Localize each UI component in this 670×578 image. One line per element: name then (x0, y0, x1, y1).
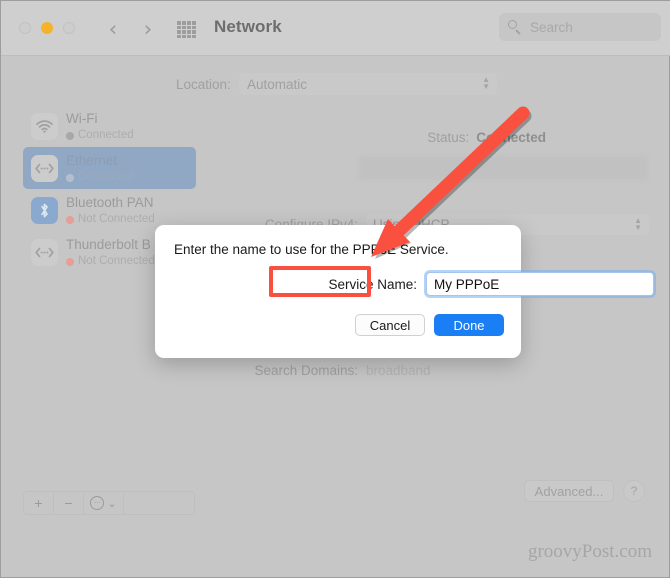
wifi-icon (31, 112, 58, 140)
location-select[interactable]: Automatic ▲ ▼ (239, 73, 497, 95)
show-all-grid-icon[interactable] (177, 21, 196, 38)
sidebar-item-wi-fi[interactable]: Wi-Fi Connected (23, 105, 196, 147)
sidebar-item-text: Bluetooth PAN Not Connected (66, 194, 155, 227)
chevron-down-icon: ⌄ (107, 497, 117, 510)
gear-icon: ⋯ (90, 496, 105, 510)
watermark: groovyPost.com (527, 541, 652, 562)
sidebar-toolbar: + − ⋯ ⌄ (23, 491, 195, 515)
traffic-light-group (19, 22, 75, 34)
dialog-button-row: Cancel Done (355, 314, 504, 336)
sidebar-item-label: Ethernet (66, 152, 118, 168)
sidebar-item-label: Thunderbolt B (66, 236, 151, 252)
status-value: Connected (476, 130, 546, 145)
cancel-button[interactable]: Cancel (355, 314, 425, 336)
sidebar-item-label: Bluetooth PAN (66, 194, 154, 210)
sidebar-item-text: Thunderbolt B Not Connected (66, 236, 155, 269)
sidebar-item-status: Not Connected (66, 255, 155, 268)
done-button[interactable]: Done (434, 314, 504, 336)
sidebar-item-status-label: Connected (78, 171, 134, 184)
status-dot-icon (66, 215, 74, 224)
service-name-value: My PPPoE (434, 276, 500, 292)
window-toolbar: ‹ › Network Search (1, 1, 670, 56)
dialog-title: Enter the name to use for the PPPoE Serv… (174, 242, 449, 257)
service-name-label: Service Name: (328, 277, 417, 292)
status-detail-blurred (358, 155, 648, 181)
close-button[interactable] (19, 22, 31, 34)
remove-service-button[interactable]: − (54, 492, 84, 514)
chevron-updown-icon: ▲ ▼ (634, 216, 642, 232)
add-service-button[interactable]: + (24, 492, 54, 514)
search-domains-value: broadband (366, 363, 431, 378)
status-dot-icon (66, 173, 74, 182)
thunderbolt-icon (31, 238, 58, 266)
search-icon (508, 20, 522, 35)
search-domains-label: Search Domains: (254, 363, 358, 378)
sidebar-item-text: Wi-Fi Connected (66, 110, 134, 143)
status-row: Status: Connected (206, 130, 546, 145)
back-button[interactable]: ‹ (102, 17, 124, 41)
search-input[interactable]: Search (499, 13, 661, 41)
maximize-button[interactable] (63, 22, 75, 34)
location-row: Location: Automatic ▲ ▼ (1, 71, 670, 97)
search-domains-row: Search Domains: broadband (206, 363, 431, 378)
sidebar-item-status: Not Connected (66, 213, 155, 226)
sidebar-item-status-label: Not Connected (78, 255, 155, 268)
search-placeholder: Search (530, 19, 573, 35)
location-value: Automatic (247, 76, 308, 92)
sidebar-item-ethernet[interactable]: Ethernet Connected (23, 147, 196, 189)
page-title: Network (214, 17, 282, 36)
help-button[interactable]: ? (623, 480, 645, 502)
sidebar-item-text: Ethernet Connected (66, 152, 134, 185)
location-label: Location: (176, 76, 231, 92)
action-menu-button[interactable]: ⋯ ⌄ (84, 492, 124, 514)
sidebar-item-label: Wi-Fi (66, 110, 98, 126)
status-label: Status: (427, 130, 470, 145)
bluetooth-icon (31, 196, 58, 224)
status-dot-icon (66, 131, 74, 140)
minimize-button[interactable] (41, 22, 53, 34)
network-preferences-window: ‹ › Network Search Location: Automatic ▲… (0, 0, 670, 578)
sidebar-item-status-label: Connected (78, 129, 134, 142)
forward-button[interactable]: › (137, 17, 159, 41)
pppoe-service-name-dialog: Enter the name to use for the PPPoE Serv… (155, 225, 654, 358)
chevron-updown-icon: ▲ ▼ (482, 75, 490, 91)
sidebar-item-status: Connected (66, 129, 134, 142)
sidebar-item-status-label: Not Connected (78, 213, 155, 226)
advanced-button[interactable]: Advanced... (524, 480, 614, 502)
status-dot-icon (66, 257, 74, 266)
ethernet-icon (31, 154, 58, 182)
sidebar-item-status: Connected (66, 171, 134, 184)
service-name-input[interactable]: My PPPoE (426, 272, 654, 296)
